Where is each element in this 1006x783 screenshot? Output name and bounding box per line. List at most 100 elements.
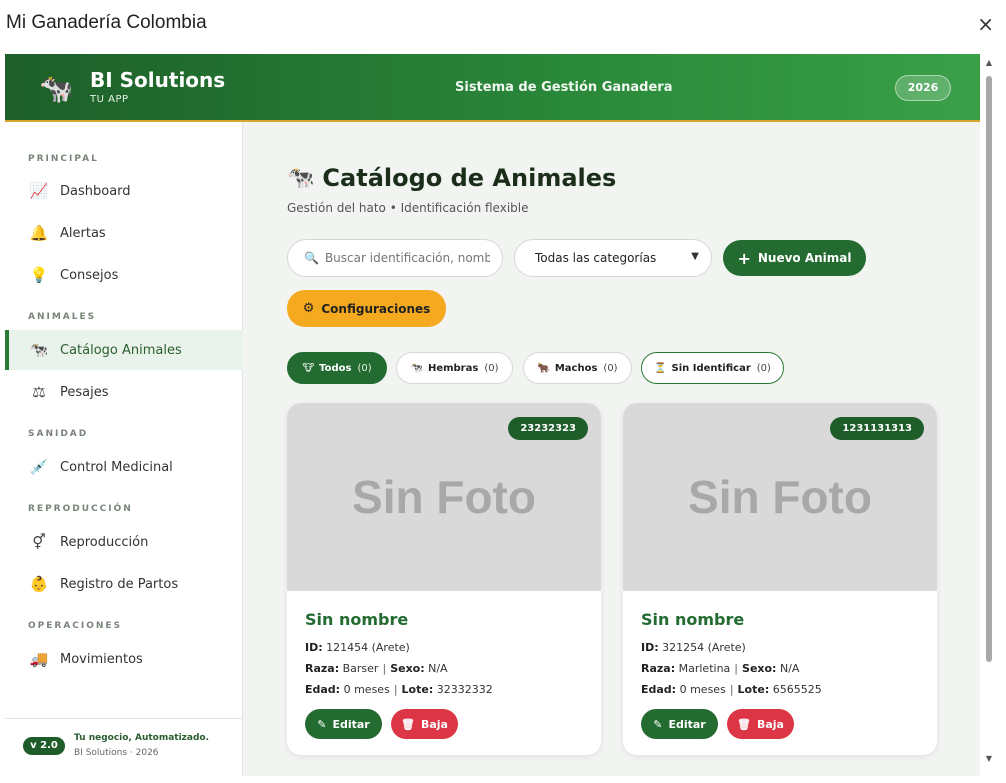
tagline: Tu negocio, Automatizado. [74, 733, 210, 743]
sidebar-item-movimientos[interactable]: 🚚 Movimientos [5, 639, 243, 679]
lote-value: 32332332 [436, 683, 493, 696]
truck-icon: 🚚 [29, 650, 49, 668]
cow-icon: 🐄 [410, 362, 423, 374]
animal-raza-line: Raza: Marletina | Sexo: N/A [641, 662, 799, 675]
cow-logo-icon: 🐄 [39, 72, 74, 105]
edit-button[interactable]: ✎ Editar [305, 709, 382, 739]
sidebar-item-label: Catálogo Animales [60, 342, 182, 358]
sidebar-item-alertas[interactable]: 🔔 Alertas [5, 213, 243, 253]
search-input[interactable] [324, 251, 490, 265]
photo-placeholder-text: Sin Foto [352, 471, 536, 523]
animal-edad-line: Edad: 0 meses | Lote: 32332332 [305, 683, 493, 696]
filter-sin-identificar[interactable]: ⏳ Sin Identificar (0) [641, 352, 784, 384]
chart-line-icon: 📈 [29, 182, 49, 200]
baby-icon: 👶 [29, 575, 49, 593]
raza-label: Raza: [641, 662, 676, 675]
separator: | [729, 683, 734, 696]
filter-todos[interactable]: 🐮 Todos (0) [287, 352, 387, 384]
lote-label: Lote: [737, 683, 770, 696]
section-title-reproduccion: REPRODUCCIÓN [28, 504, 133, 514]
identification-badge: 1231131313 [830, 417, 924, 440]
sidebar: PRINCIPAL 📈 Dashboard 🔔 Alertas 💡 Consej… [5, 122, 243, 776]
raza-label: Raza: [305, 662, 340, 675]
header-title: Sistema de Gestión Ganadera [455, 80, 673, 95]
edad-value: 0 meses [343, 683, 390, 696]
filter-label: Hembras [427, 362, 479, 374]
scrollbar[interactable]: ▲ ▼ [983, 54, 995, 776]
edad-value: 0 meses [679, 683, 726, 696]
sidebar-item-pesajes[interactable]: ⚖ Pesajes [5, 372, 243, 412]
animal-edad-line: Edad: 0 meses | Lote: 6565525 [641, 683, 822, 696]
filter-hembras[interactable]: 🐄 Hembras (0) [396, 352, 513, 384]
edad-label: Edad: [641, 683, 677, 696]
scrollbar-thumb[interactable] [986, 76, 992, 662]
cow-icon: 🐄 [29, 341, 49, 359]
scroll-down-arrow-icon[interactable]: ▼ [983, 754, 995, 763]
separator: | [393, 683, 398, 696]
scroll-up-arrow-icon[interactable]: ▲ [983, 58, 995, 67]
edit-icon: ✎ [317, 717, 327, 731]
edit-button[interactable]: ✎ Editar [641, 709, 718, 739]
sidebar-item-dashboard[interactable]: 📈 Dashboard [5, 171, 243, 211]
photo-placeholder-text: Sin Foto [688, 471, 872, 523]
sidebar-item-label: Alertas [60, 225, 106, 241]
app-frame: 🐄 BI Solutions TU APP Sistema de Gestión… [5, 54, 980, 776]
brand-name: BI Solutions [90, 68, 226, 92]
sidebar-item-control-medicinal[interactable]: 💉 Control Medicinal [5, 447, 243, 487]
id-value: 121454 (Arete) [326, 641, 410, 654]
syringe-icon: 💉 [29, 458, 49, 476]
main-content: 🐄 Catálogo de Animales Gestión del hato … [243, 122, 980, 776]
lote-label: Lote: [401, 683, 434, 696]
identification-badge: 23232323 [508, 417, 588, 440]
section-title-operaciones: OPERACIONES [28, 621, 123, 631]
sidebar-item-consejos[interactable]: 💡 Consejos [5, 255, 243, 295]
section-title-animales: ANIMALES [28, 312, 97, 322]
version-badge: v 2.0 [23, 737, 65, 755]
page-subtitle: Gestión del hato • Identificación flexib… [287, 201, 529, 215]
trash-icon: 🗑 [737, 717, 751, 731]
raza-value: Barser [342, 662, 379, 675]
sidebar-item-catalogo-animales[interactable]: 🐄 Catálogo Animales [5, 330, 243, 370]
cow-face-icon: 🐮 [302, 362, 315, 374]
page-title: Catálogo de Animales [322, 164, 617, 192]
sexo-value: N/A [779, 662, 800, 675]
window-title: Mi Ganadería Colombia [6, 12, 207, 33]
close-icon[interactable]: × [977, 12, 994, 36]
filter-label: Sin Identificar [671, 362, 751, 374]
animal-name: Sin nombre [305, 610, 409, 629]
id-value: 321254 (Arete) [662, 641, 746, 654]
animal-id-line: ID: 321254 (Arete) [641, 641, 746, 654]
sidebar-footer: v 2.0 Tu negocio, Automatizado. BI Solut… [5, 718, 243, 776]
brand-subtitle: TU APP [90, 94, 129, 105]
filter-machos[interactable]: 🐂 Machos (0) [523, 352, 632, 384]
id-label: ID: [305, 641, 323, 654]
sidebar-item-label: Registro de Partos [60, 576, 179, 592]
search-icon: 🔍 [304, 251, 319, 265]
sidebar-item-label: Movimientos [60, 651, 143, 667]
category-select[interactable]: Todas las categorías ▼ [514, 239, 712, 277]
trash-icon: 🗑 [401, 717, 415, 731]
bell-icon: 🔔 [29, 224, 49, 242]
chevron-down-icon: ▼ [691, 251, 699, 262]
delete-button[interactable]: 🗑 Baja [727, 709, 794, 739]
copyright: BI Solutions · 2026 [74, 748, 159, 758]
sexo-label: Sexo: [390, 662, 425, 675]
sidebar-item-label: Reproducción [60, 534, 149, 550]
settings-label: Configuraciones [321, 301, 431, 316]
page-title-row: 🐄 Catálogo de Animales [287, 164, 616, 192]
new-animal-label: Nuevo Animal [757, 251, 852, 265]
new-animal-button[interactable]: + Nuevo Animal [723, 240, 866, 276]
edit-label: Editar [668, 717, 706, 731]
delete-button[interactable]: 🗑 Baja [391, 709, 458, 739]
sidebar-item-reproduccion[interactable]: ⚥ Reproducción [5, 522, 243, 562]
settings-button[interactable]: ⚙ Configuraciones [287, 290, 446, 327]
search-box[interactable]: 🔍 [287, 239, 503, 277]
sidebar-item-registro-partos[interactable]: 👶 Registro de Partos [5, 564, 243, 604]
filter-count: (0) [357, 362, 372, 374]
lightbulb-icon: 💡 [29, 266, 49, 284]
cow-icon: 🐄 [287, 165, 315, 191]
year-badge: 2026 [895, 75, 951, 101]
sidebar-item-label: Pesajes [60, 384, 109, 400]
edit-label: Editar [332, 717, 370, 731]
section-title-sanidad: SANIDAD [28, 429, 89, 439]
